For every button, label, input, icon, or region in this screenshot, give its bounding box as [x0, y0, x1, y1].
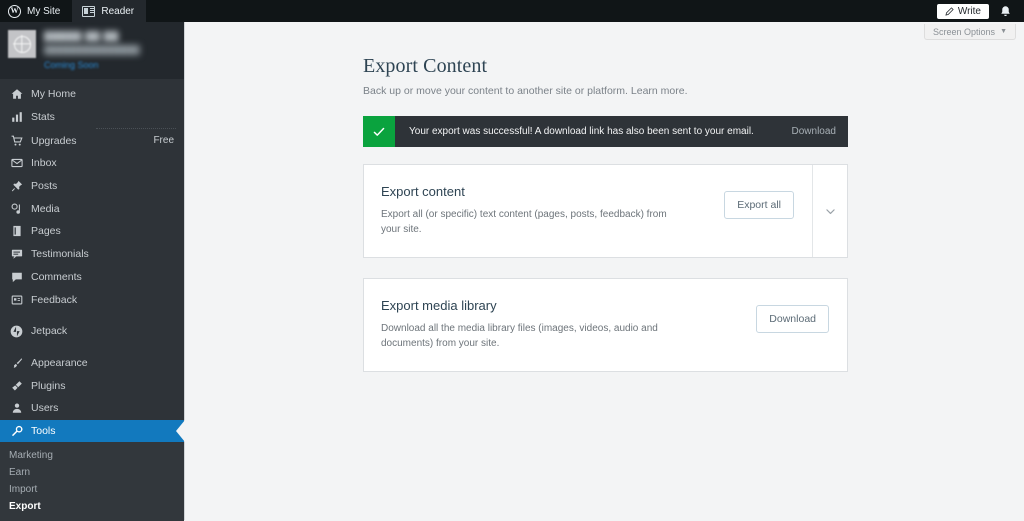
plug-icon — [9, 380, 24, 392]
notice-body: Your export was successful! A download l… — [395, 116, 848, 147]
page-title: Export Content — [363, 55, 488, 77]
feedback-icon — [9, 294, 24, 306]
masterbar: W My Site Reader Write — [0, 0, 1024, 22]
sidebar-item-plugins[interactable]: Plugins — [0, 374, 184, 397]
screen-options-tab[interactable]: Screen Options ▼ — [924, 24, 1016, 40]
sidebar-item-jetpack[interactable]: Jetpack — [0, 320, 184, 343]
masterbar-reader-label: Reader — [101, 5, 135, 17]
page-header: Export Content Back up or move your cont… — [185, 22, 1024, 97]
export-all-button[interactable]: Export all — [724, 191, 794, 219]
site-meta: █████ ██ ██ ███████████████ Coming Soon — [44, 30, 140, 73]
sidebar-item-label: Posts — [31, 180, 58, 193]
notice-download-link[interactable]: Download — [792, 126, 836, 137]
checkmark-icon — [363, 116, 395, 147]
pencil-icon — [945, 6, 954, 16]
success-notice: Your export was successful! A download l… — [363, 116, 848, 147]
media-icon — [9, 203, 24, 215]
sidebar-item-label: Appearance — [31, 356, 88, 369]
sidebar-item-label: My Home — [31, 88, 76, 101]
card-description: Export all (or specific) text content (p… — [381, 209, 667, 235]
sidebar-item-label: Stats — [31, 111, 55, 124]
sidebar-item-users[interactable]: Users — [0, 397, 184, 420]
sidebar-item-label: Plugins — [31, 379, 66, 392]
comment-icon — [9, 271, 24, 283]
chevron-down-icon — [825, 208, 835, 214]
notice-message: Your export was successful! A download l… — [409, 126, 754, 137]
site-title: █████ ██ ██ — [44, 31, 119, 42]
stats-icon — [9, 111, 24, 123]
submenu-item-export[interactable]: Export — [0, 498, 184, 515]
sidebar-item-label: Inbox — [31, 157, 57, 170]
submenu-item-earn[interactable]: Earn — [0, 464, 184, 481]
tools-submenu: Marketing Earn Import Export — [0, 442, 184, 521]
reader-icon — [82, 5, 96, 17]
sidebar-item-label: Media — [31, 202, 60, 215]
pin-icon — [9, 180, 24, 192]
sidebar-item-testimonials[interactable]: Testimonials — [0, 243, 184, 266]
card-description: Download all the media library files (im… — [381, 323, 658, 349]
card-text: Export content Export all (or specific) … — [381, 184, 681, 237]
sidebar-item-comments[interactable]: Comments — [0, 266, 184, 289]
sidebar-item-label: Pages — [31, 225, 61, 238]
masterbar-my-site[interactable]: W My Site — [0, 0, 72, 22]
wordpress-logo-icon: W — [8, 4, 21, 18]
brush-icon — [9, 357, 24, 369]
sidebar-item-label: Users — [31, 402, 59, 415]
sidebar-item-label: Jetpack — [31, 325, 68, 338]
pages-icon — [9, 225, 24, 237]
panels: Your export was successful! A download l… — [185, 116, 1024, 372]
card-text: Export media library Download all the me… — [381, 298, 681, 351]
sidebar-item-label: Testimonials — [31, 248, 89, 261]
globe-icon — [13, 35, 31, 53]
submenu-item-marketing[interactable]: Marketing — [0, 447, 184, 464]
testimonial-icon — [9, 248, 24, 260]
sidebar-item-pages[interactable]: Pages — [0, 220, 184, 243]
sidebar-item-label: Feedback — [31, 293, 78, 306]
sidebar-item-appearance[interactable]: Appearance — [0, 352, 184, 375]
sidebar-item-tools[interactable]: Tools — [0, 419, 185, 443]
sidebar-item-posts[interactable]: Posts — [0, 175, 184, 198]
sidebar-item-stats[interactable]: Stats — [0, 106, 184, 129]
screen-options-label: Screen Options — [933, 26, 996, 37]
sidebar-nav: My Home Stats Upgrades Free Inbox Posts … — [0, 79, 185, 521]
write-button-label: Write — [957, 5, 981, 17]
sidebar-item-label: Upgrades — [31, 134, 77, 147]
coming-soon-badge[interactable]: Coming Soon — [44, 60, 99, 70]
main-content: Export Content Back up or move your cont… — [184, 22, 1024, 520]
home-icon — [9, 88, 24, 100]
sidebar-item-inbox[interactable]: Inbox — [0, 152, 184, 175]
chevron-down-icon: ▼ — [1000, 28, 1007, 35]
sidebar-item-upgrades[interactable]: Upgrades Free — [0, 129, 184, 152]
sidebar-item-my-home[interactable]: My Home — [0, 83, 184, 106]
upgrades-plan-badge: Free — [153, 135, 174, 147]
export-content-card: Export content Export all (or specific) … — [363, 164, 848, 258]
notifications-bell-icon[interactable] — [999, 5, 1012, 18]
sidebar-item-label: Tools — [31, 424, 56, 437]
site-card[interactable]: █████ ██ ██ ███████████████ Coming Soon — [0, 22, 184, 79]
sidebar: █████ ██ ██ ███████████████ Coming Soon … — [0, 22, 185, 521]
download-media-button[interactable]: Download — [756, 305, 829, 333]
submenu-item-import[interactable]: Import — [0, 481, 184, 498]
site-url: ███████████████ — [44, 45, 140, 55]
expand-export-options-toggle[interactable] — [812, 165, 847, 257]
card-body: Export content Export all (or specific) … — [364, 165, 812, 257]
jetpack-icon — [9, 325, 24, 338]
write-button[interactable]: Write — [936, 3, 989, 19]
users-icon — [9, 402, 24, 414]
site-icon — [8, 30, 36, 58]
envelope-icon — [9, 157, 24, 169]
sidebar-item-feedback[interactable]: Feedback — [0, 288, 184, 311]
sidebar-item-media[interactable]: Media — [0, 197, 184, 220]
wrench-icon — [9, 425, 24, 437]
cart-icon — [9, 135, 24, 147]
page-subtitle: Back up or move your content to another … — [363, 85, 688, 97]
sidebar-item-label: Comments — [31, 270, 82, 283]
export-media-library-card: Export media library Download all the me… — [363, 278, 848, 372]
masterbar-reader[interactable]: Reader — [72, 0, 147, 22]
card-body: Export media library Download all the me… — [364, 279, 847, 371]
masterbar-my-site-label: My Site — [27, 5, 61, 17]
card-title: Export content — [381, 184, 465, 199]
card-title: Export media library — [381, 298, 497, 313]
selected-indicator-arrow — [176, 419, 185, 442]
